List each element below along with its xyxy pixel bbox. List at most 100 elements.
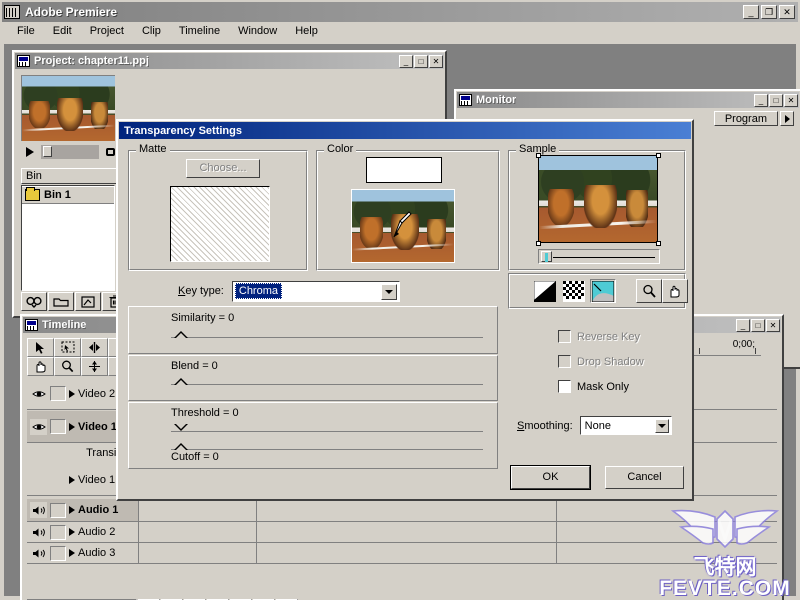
sample-preview[interactable] xyxy=(538,155,658,243)
track-row-audio2[interactable]: Audio 2 xyxy=(27,522,777,543)
lock-toggle[interactable] xyxy=(50,419,66,434)
timeline-window-buttons: _ □ ✕ xyxy=(736,319,781,332)
menu-timeline[interactable]: Timeline xyxy=(170,23,229,39)
monitor-minimize-button[interactable]: _ xyxy=(754,94,768,107)
menu-file[interactable]: File xyxy=(8,23,44,39)
lock-toggle[interactable] xyxy=(50,546,66,561)
key-type-dropdown[interactable]: Chroma xyxy=(232,281,400,302)
chevron-down-icon[interactable] xyxy=(381,284,397,300)
sample-handle-bl[interactable] xyxy=(536,241,541,246)
expand-arrow-icon[interactable] xyxy=(69,423,75,431)
project-minimize-button[interactable]: _ xyxy=(399,55,413,68)
menu-help[interactable]: Help xyxy=(286,23,327,39)
zoom-tool-icon[interactable] xyxy=(636,279,662,303)
track-content[interactable] xyxy=(139,543,777,563)
menu-clip[interactable]: Clip xyxy=(133,23,170,39)
expand-arrow-icon[interactable] xyxy=(69,476,75,484)
ok-button[interactable]: OK xyxy=(511,466,590,489)
monitor-close-button[interactable]: ✕ xyxy=(784,94,798,107)
menu-window-label: Window xyxy=(238,25,277,37)
track-content[interactable] xyxy=(139,499,777,521)
speaker-icon[interactable] xyxy=(30,545,47,561)
smoothing-dropdown[interactable]: None xyxy=(580,416,672,435)
project-close-button[interactable]: ✕ xyxy=(429,55,443,68)
monitor-titlebar[interactable]: Monitor _ □ ✕ xyxy=(457,92,799,108)
monitor-maximize-button[interactable]: □ xyxy=(769,94,783,107)
project-titlebar[interactable]: Project: chapter11.ppj _ □ ✕ xyxy=(15,53,444,69)
play-icon[interactable] xyxy=(21,144,39,160)
white-background-icon[interactable] xyxy=(590,279,616,303)
timeline-close-button[interactable]: ✕ xyxy=(766,319,780,332)
choose-button[interactable]: Choose... xyxy=(186,159,260,178)
drop-shadow-checkbox[interactable]: Drop Shadow xyxy=(558,355,644,368)
list-item[interactable]: Bin 1 xyxy=(22,186,114,204)
color-swatch[interactable] xyxy=(366,157,442,183)
find-icon[interactable] xyxy=(21,292,47,311)
cancel-button[interactable]: Cancel xyxy=(605,466,684,489)
slider-group-blend: Blend = 0 xyxy=(128,355,498,401)
cutoff-thumb[interactable] xyxy=(174,443,188,450)
track-header[interactable]: Audio 2 xyxy=(27,522,139,542)
sample-handle-br[interactable] xyxy=(656,241,661,246)
new-bin-icon[interactable] xyxy=(48,292,74,311)
blend-thumb[interactable] xyxy=(174,378,188,385)
tab-program[interactable]: Program xyxy=(714,111,778,126)
checkbox-box[interactable] xyxy=(558,330,571,343)
track-header[interactable]: Audio 3 xyxy=(27,543,139,563)
sample-slider[interactable] xyxy=(538,249,660,264)
threshold-thumb[interactable] xyxy=(174,424,188,431)
roll-edit-tool-icon[interactable] xyxy=(81,338,108,357)
close-button[interactable]: ✕ xyxy=(779,5,795,19)
expand-arrow-icon[interactable] xyxy=(69,549,75,557)
speaker-icon[interactable] xyxy=(30,524,47,540)
speaker-icon[interactable] xyxy=(30,502,47,518)
right-arrow-icon[interactable] xyxy=(780,111,794,126)
track-header[interactable]: Audio 1 xyxy=(27,499,139,521)
app-titlebar[interactable]: Adobe Premiere _ ❐ ✕ xyxy=(2,2,798,22)
hand-tool-icon[interactable] xyxy=(27,357,54,376)
checkerboard-background-icon[interactable] xyxy=(561,279,587,303)
track-row-audio3[interactable]: Audio 3 xyxy=(27,543,777,564)
sample-handle-tl[interactable] xyxy=(536,153,541,158)
reverse-key-checkbox[interactable]: Reverse Key xyxy=(558,330,640,343)
color-pick-image[interactable] xyxy=(351,189,455,263)
menu-edit[interactable]: Edit xyxy=(44,23,81,39)
range-select-tool-icon[interactable] xyxy=(54,338,81,357)
expand-arrow-icon[interactable] xyxy=(69,528,75,536)
expand-arrow-icon[interactable] xyxy=(69,506,75,514)
zoom-tool-icon[interactable] xyxy=(54,357,81,376)
menu-project[interactable]: Project xyxy=(81,23,133,39)
track-content[interactable] xyxy=(139,522,777,542)
scrub-slider[interactable] xyxy=(41,145,99,159)
project-maximize-button[interactable]: □ xyxy=(414,55,428,68)
matte-preview[interactable] xyxy=(170,186,270,262)
eye-icon[interactable] xyxy=(30,419,47,435)
checkbox-box[interactable] xyxy=(558,355,571,368)
menu-help-label: Help xyxy=(295,25,318,37)
lock-toggle[interactable] xyxy=(50,503,66,518)
cross-fade-tool-icon[interactable] xyxy=(81,357,108,376)
menu-window[interactable]: Window xyxy=(229,23,286,39)
lock-toggle[interactable] xyxy=(50,386,66,401)
ok-button-label: OK xyxy=(543,471,559,483)
chevron-down-icon[interactable] xyxy=(655,419,669,433)
key-type-value: Chroma xyxy=(235,283,282,299)
selection-tool-icon[interactable] xyxy=(27,338,54,357)
checkbox-box[interactable] xyxy=(558,380,571,393)
bin-header-label: Bin xyxy=(22,170,42,182)
hand-tool-icon[interactable] xyxy=(662,279,688,303)
timeline-minimize-button[interactable]: _ xyxy=(736,319,750,332)
dialog-titlebar[interactable]: Transparency Settings xyxy=(119,122,691,139)
expand-arrow-icon[interactable] xyxy=(69,390,75,398)
eye-icon[interactable] xyxy=(30,386,47,402)
restore-button[interactable]: ❐ xyxy=(761,5,777,19)
timeline-maximize-button[interactable]: □ xyxy=(751,319,765,332)
sample-handle-tr[interactable] xyxy=(656,153,661,158)
lock-toggle[interactable] xyxy=(50,525,66,540)
mask-only-checkbox[interactable]: Mask Only xyxy=(558,380,629,393)
minimize-button[interactable]: _ xyxy=(743,5,759,19)
new-item-icon[interactable] xyxy=(75,292,101,311)
similarity-thumb[interactable] xyxy=(174,331,188,338)
black-background-icon[interactable] xyxy=(532,279,558,303)
track-row-audio1[interactable]: Audio 1 xyxy=(27,499,777,522)
